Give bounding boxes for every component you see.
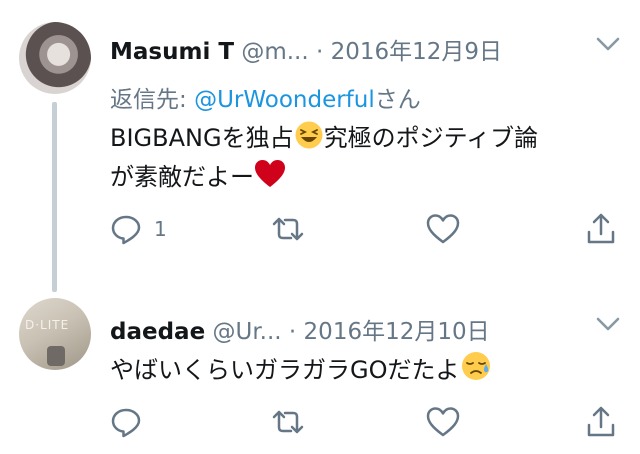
reply-icon xyxy=(110,406,142,438)
reply-button[interactable]: 1 xyxy=(110,212,167,246)
share-icon xyxy=(586,405,616,439)
tweet-text-part: BIGBANGを独占 xyxy=(110,124,294,152)
share-icon xyxy=(586,212,616,246)
avatar-figure xyxy=(47,346,65,366)
tweet-header: Masumi T @m... · 2016年12月9日 xyxy=(110,32,630,65)
retweet-button[interactable] xyxy=(270,405,306,439)
reply-icon xyxy=(110,213,142,245)
reply-count: 1 xyxy=(154,217,167,241)
separator-dot: · xyxy=(288,319,297,345)
avatar[interactable]: D·LITE xyxy=(19,298,91,370)
chevron-down-icon[interactable] xyxy=(594,34,622,54)
retweet-icon xyxy=(270,406,306,438)
user-handle[interactable]: @Ur... xyxy=(212,319,281,345)
user-handle[interactable]: @m... xyxy=(241,39,308,65)
like-button[interactable] xyxy=(426,212,460,246)
tweet-date[interactable]: 2016年12月10日 xyxy=(304,319,490,345)
display-name[interactable]: Masumi T xyxy=(110,39,234,65)
chevron-down-icon[interactable] xyxy=(594,314,622,334)
tweet-text: BIGBANGを独占 究極のポジティブ論 が素敵だよー xyxy=(110,120,538,198)
reply-button[interactable] xyxy=(110,405,142,439)
tweet-text: やばいくらいガラガラGOだたよ xyxy=(110,350,492,391)
laughing-emoji-icon xyxy=(294,120,324,159)
retweet-icon xyxy=(270,213,306,245)
like-button[interactable] xyxy=(426,405,460,439)
tweet-actions: 1 xyxy=(110,212,620,246)
tweet-text-line: BIGBANGを独占 究極のポジティブ論 xyxy=(110,120,538,159)
tweet-header: daedae @Ur... · 2016年12月10日 xyxy=(110,312,630,345)
display-name[interactable]: daedae xyxy=(110,319,205,345)
retweet-button[interactable] xyxy=(270,212,306,246)
separator-dot: · xyxy=(316,39,324,65)
share-button[interactable] xyxy=(586,212,616,246)
tweet-text-part: が素敵だよー xyxy=(110,163,254,191)
like-icon xyxy=(426,213,460,245)
reply-to-handle-link[interactable]: @UrWoonderful xyxy=(194,87,375,113)
reply-to-suffix: さん xyxy=(374,87,421,113)
tweet-text-line: やばいくらいガラガラGOだたよ xyxy=(110,350,492,391)
heart-emoji-icon xyxy=(254,159,286,198)
tweet-text-line: が素敵だよー xyxy=(110,159,538,198)
thread-line xyxy=(52,102,57,292)
reply-to-line: 返信先: @UrWoonderfulさん xyxy=(110,80,421,114)
sad-sweat-emoji-icon xyxy=(460,350,492,391)
tweet-text-part: やばいくらいガラガラGOだたよ xyxy=(110,356,460,384)
share-button[interactable] xyxy=(586,405,616,439)
tweet-text-part: 究極のポジティブ論 xyxy=(323,124,539,152)
avatar[interactable] xyxy=(19,22,91,94)
tweet-actions xyxy=(110,405,620,439)
reply-to-prefix: 返信先: xyxy=(110,87,195,113)
tweet-date[interactable]: 2016年12月9日 xyxy=(331,39,502,65)
like-icon xyxy=(426,406,460,438)
avatar-text: D·LITE xyxy=(25,318,70,332)
